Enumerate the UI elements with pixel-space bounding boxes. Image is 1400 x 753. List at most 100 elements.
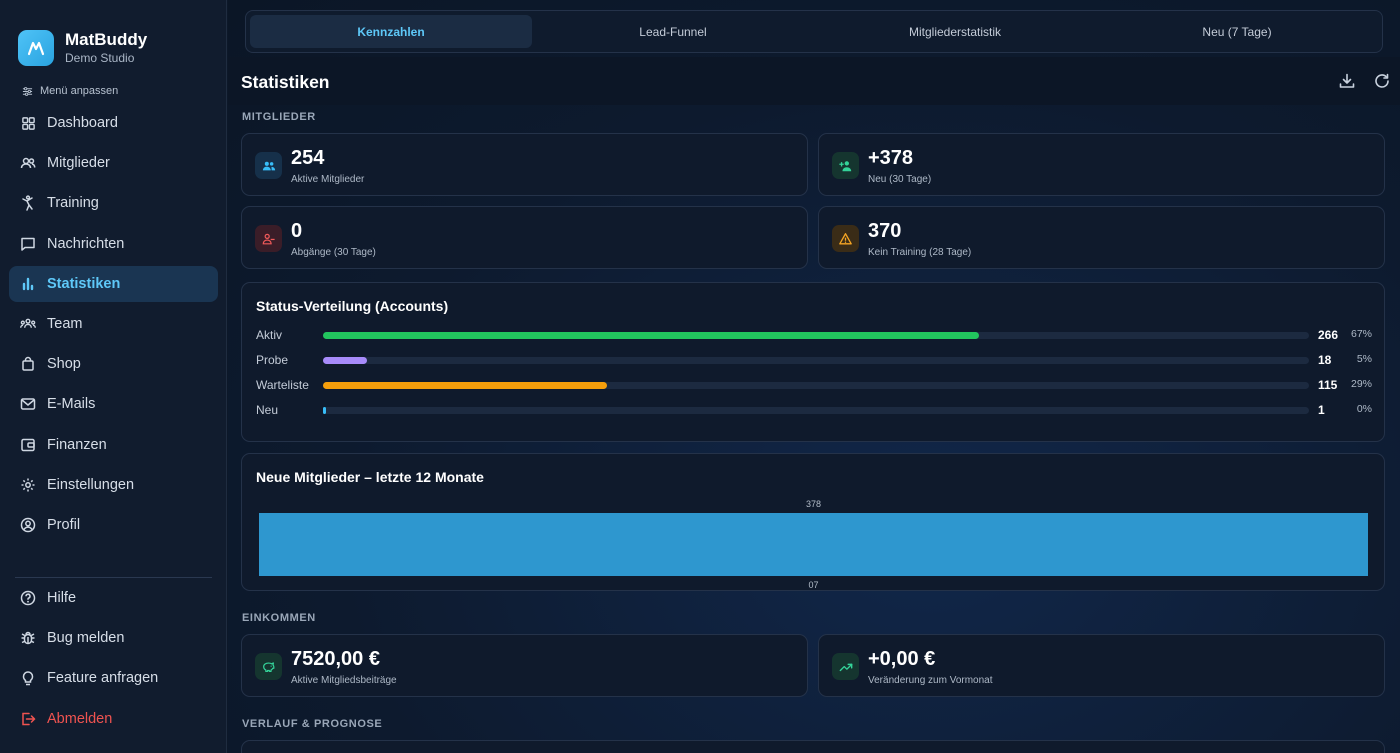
new-members-chart-card: Neue Mitglieder – letzte 12 Monate 378 07 — [241, 453, 1385, 591]
new-members-chart-title: Neue Mitglieder – letzte 12 Monate — [256, 469, 484, 485]
sidebar-item-mitglieder[interactable]: Mitglieder — [9, 145, 218, 181]
sidebar-item-label: Dashboard — [47, 115, 118, 131]
status-label: Probe — [256, 353, 289, 367]
status-count: 266 — [1318, 328, 1339, 342]
trend-up-icon — [832, 653, 859, 680]
martial-arts-icon — [20, 195, 36, 212]
status-bar-track — [323, 332, 1309, 339]
sidebar-item-abmelden[interactable]: Abmelden — [9, 701, 218, 737]
status-bar-track — [323, 407, 1309, 414]
user-minus-icon — [255, 225, 282, 252]
sidebar-item-label: Feature anfragen — [47, 670, 159, 687]
section-label-history: VERLAUF & PROGNOSE — [242, 718, 383, 730]
status-row-aktiv: Aktiv 266 67% — [256, 328, 1372, 342]
status-bar-fill — [323, 357, 368, 364]
stat-card-month-change: +0,00 € Veränderung zum Vormonat — [818, 634, 1385, 697]
logout-icon — [20, 711, 36, 727]
tab-neu-7-tage[interactable]: Neu (7 Tage) — [1096, 15, 1378, 48]
mail-icon — [20, 396, 36, 412]
sidebar-item-statistiken[interactable]: Statistiken — [9, 265, 218, 302]
status-percent: 67% — [1350, 328, 1372, 340]
bug-icon — [20, 630, 36, 646]
stat-label: Kein Training (28 Tage) — [868, 247, 972, 258]
stat-label: Veränderung zum Vormonat — [868, 675, 993, 686]
stat-value: 0 — [291, 220, 303, 242]
sidebar-item-hilfe[interactable]: Hilfe — [9, 580, 218, 616]
sidebar-item-label: E-Mails — [47, 396, 96, 413]
sidebar-item-training[interactable]: Training — [9, 185, 218, 221]
section-label-members: MITGLIEDER — [242, 111, 316, 123]
stat-value: 254 — [291, 147, 325, 169]
status-row-probe: Probe 18 5% — [256, 353, 1372, 367]
status-row-warteliste: Warteliste 115 29% — [256, 378, 1372, 392]
sidebar-item-dashboard[interactable]: Dashboard — [9, 105, 218, 141]
sidebar-item-einstellungen[interactable]: Einstellungen — [9, 467, 218, 503]
sidebar-item-label: Nachrichten — [47, 235, 125, 252]
new-members-chart: 378 07 — [258, 498, 1369, 590]
sidebar-item-profil[interactable]: Profil — [9, 507, 218, 543]
download-icon[interactable] — [1338, 72, 1356, 90]
stat-label: Aktive Mitglieder — [291, 174, 365, 185]
section-label-income: EINKOMMEN — [242, 612, 316, 624]
sidebar-item-feature-anfragen[interactable]: Feature anfragen — [9, 660, 218, 696]
status-count: 1 — [1318, 403, 1325, 417]
stat-value: +0,00 € — [868, 648, 936, 670]
brand[interactable]: MatBuddy Demo Studio — [18, 30, 147, 66]
status-count: 115 — [1318, 378, 1338, 392]
sidebar-nav: Dashboard Mitglieder Training Nachrichte… — [9, 105, 218, 547]
help-icon — [20, 590, 36, 606]
sidebar-item-label: Team — [47, 315, 83, 332]
history-card — [241, 740, 1385, 753]
status-bar-fill — [323, 382, 607, 389]
stat-card-active-members: 254 Aktive Mitglieder — [241, 133, 808, 196]
sidebar-item-label: Bug melden — [47, 630, 125, 647]
stat-card-new-members: +378 Neu (30 Tage) — [818, 133, 1385, 196]
tab-mitgliederstatistik[interactable]: Mitgliederstatistik — [814, 15, 1096, 48]
sidebar-item-label: Statistiken — [47, 275, 121, 292]
user-plus-icon — [832, 152, 859, 179]
users-icon — [255, 152, 282, 179]
brand-subtitle: Demo Studio — [65, 51, 135, 65]
users-icon — [20, 155, 36, 171]
sidebar-item-bug-melden[interactable]: Bug melden — [9, 620, 218, 656]
status-bar-track — [323, 357, 1309, 364]
refresh-icon[interactable] — [1373, 72, 1391, 90]
stat-label: Abgänge (30 Tage) — [291, 247, 376, 258]
status-percent: 5% — [1356, 353, 1372, 365]
sidebar-item-label: Profil — [47, 516, 81, 533]
grid-icon — [20, 115, 36, 131]
chat-icon — [20, 236, 36, 252]
sidebar-item-nachrichten[interactable]: Nachrichten — [9, 226, 218, 262]
stat-value: +378 — [868, 147, 914, 169]
logo-icon — [18, 30, 54, 66]
sidebar-item-label: Einstellungen — [47, 476, 135, 493]
tab-kennzahlen[interactable]: Kennzahlen — [250, 15, 532, 48]
status-distribution-card: Status-Verteilung (Accounts) Aktiv 266 6… — [241, 282, 1385, 442]
sidebar-item-team[interactable]: Team — [9, 306, 218, 342]
stat-card-active-fees: 7520,00 € Aktive Mitgliedsbeiträge — [241, 634, 808, 697]
status-label: Neu — [256, 403, 279, 417]
tab-lead-funnel[interactable]: Lead-Funnel — [532, 15, 814, 48]
gear-icon — [20, 477, 36, 493]
wallet-icon — [20, 437, 36, 453]
stat-card-departures: 0 Abgänge (30 Tage) — [241, 206, 808, 269]
sidebar-item-finanzen[interactable]: Finanzen — [9, 427, 218, 463]
team-icon — [20, 316, 36, 332]
stat-label: Neu (30 Tage) — [868, 174, 932, 185]
sidebar-item-shop[interactable]: Shop — [9, 346, 218, 382]
stat-label: Aktive Mitgliedsbeiträge — [291, 675, 397, 686]
status-bar-fill — [323, 332, 979, 339]
warning-icon — [832, 225, 859, 252]
stat-value: 7520,00 € — [291, 648, 380, 670]
chart-bar — [259, 513, 1368, 576]
sidebar: MatBuddy Demo Studio Menü anpassen Dashb… — [0, 0, 227, 753]
menu-customize-button[interactable]: Menü anpassen — [22, 85, 118, 97]
menu-customize-label: Menü anpassen — [40, 85, 119, 97]
bar-value-label: 378 — [805, 499, 822, 509]
status-percent: 0% — [1356, 403, 1372, 415]
x-tick-label: 07 — [808, 580, 819, 590]
status-distribution-title: Status-Verteilung (Accounts) — [256, 298, 449, 314]
status-percent: 29% — [1350, 378, 1372, 390]
sidebar-item-e-mails[interactable]: E-Mails — [9, 386, 218, 422]
status-row-neu: Neu 1 0% — [256, 403, 1372, 417]
